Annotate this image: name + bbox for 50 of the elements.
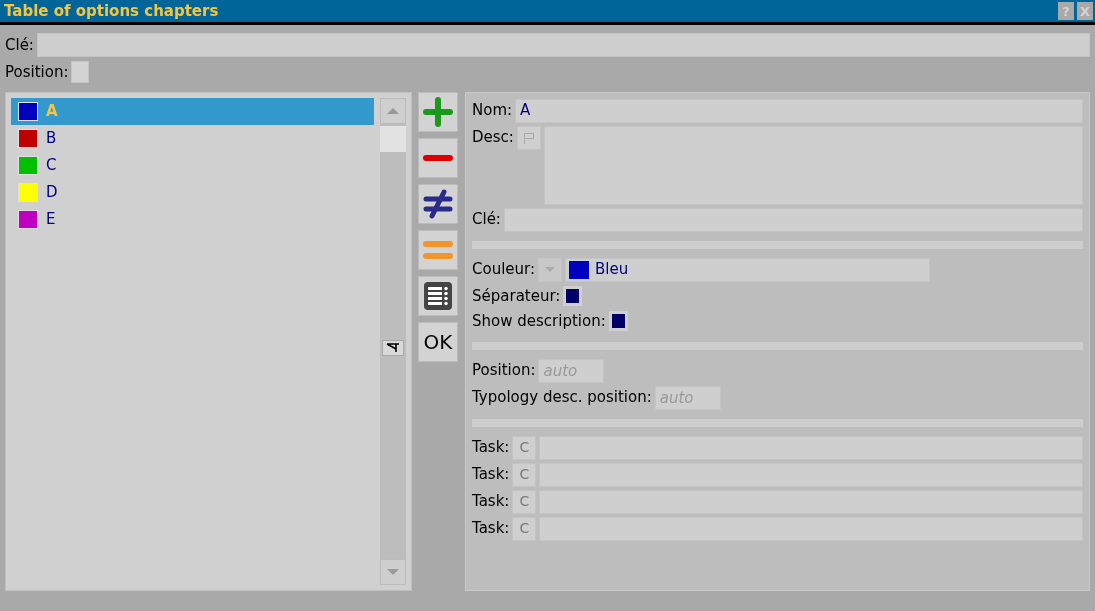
chapter-item[interactable]: D — [11, 178, 374, 206]
list-button[interactable] — [418, 275, 458, 316]
task-label: Task: — [472, 518, 510, 540]
flag-icon — [522, 131, 535, 144]
list-icon — [423, 280, 453, 311]
color-value: Bleu — [595, 259, 629, 281]
chapter-item[interactable]: E — [11, 205, 374, 233]
separator-label: Séparateur: — [472, 285, 561, 307]
task-label: Task: — [472, 464, 510, 486]
name-label: Nom: — [472, 100, 513, 122]
position-label: Position: — [472, 360, 536, 382]
chapter-label: A — [46, 100, 58, 122]
scroll-thumb[interactable] — [380, 125, 406, 152]
color-field[interactable]: Bleu — [565, 257, 931, 282]
window-title: Table of options chapters — [4, 0, 219, 22]
chapter-label: E — [46, 208, 56, 230]
task-label: Task: — [472, 491, 510, 513]
color-label: Couleur: — [472, 259, 536, 281]
name-field[interactable]: A — [515, 98, 1083, 123]
different-button[interactable] — [418, 183, 458, 224]
not-equal-icon — [423, 188, 453, 219]
typology-position-label: Typology desc. position: — [472, 387, 652, 409]
task-label: Task: — [472, 437, 510, 459]
caret-icon — [545, 267, 556, 272]
scroll-up-icon — [387, 107, 399, 114]
scrollbar[interactable] — [380, 97, 406, 585]
chapter-item[interactable]: C — [11, 151, 374, 179]
marker-icon — [382, 339, 404, 356]
ok-button[interactable]: OK — [418, 321, 458, 362]
position-field[interactable] — [71, 61, 90, 84]
key-label: Clé: — [5, 34, 34, 56]
chapter-label: D — [46, 181, 58, 203]
color-dropdown[interactable] — [538, 257, 563, 282]
equal-icon — [423, 238, 453, 261]
key-label: Clé: — [472, 209, 501, 231]
show-description-checkbox[interactable] — [608, 311, 628, 332]
remove-button[interactable] — [418, 137, 458, 178]
show-description-label: Show description: — [472, 311, 606, 332]
position-label: Position: — [5, 62, 69, 83]
plus-icon — [423, 96, 453, 127]
chapter-item[interactable]: B — [11, 124, 374, 152]
equal-button[interactable] — [418, 229, 458, 270]
key-field[interactable] — [36, 33, 1090, 57]
scroll-down-icon — [387, 568, 399, 575]
separator-checkbox[interactable] — [563, 285, 583, 306]
desc-label: Desc: — [472, 126, 514, 148]
minus-icon — [423, 153, 453, 162]
chapter-label: C — [46, 154, 57, 176]
chapter-label: B — [46, 127, 57, 149]
add-button[interactable] — [418, 91, 458, 132]
